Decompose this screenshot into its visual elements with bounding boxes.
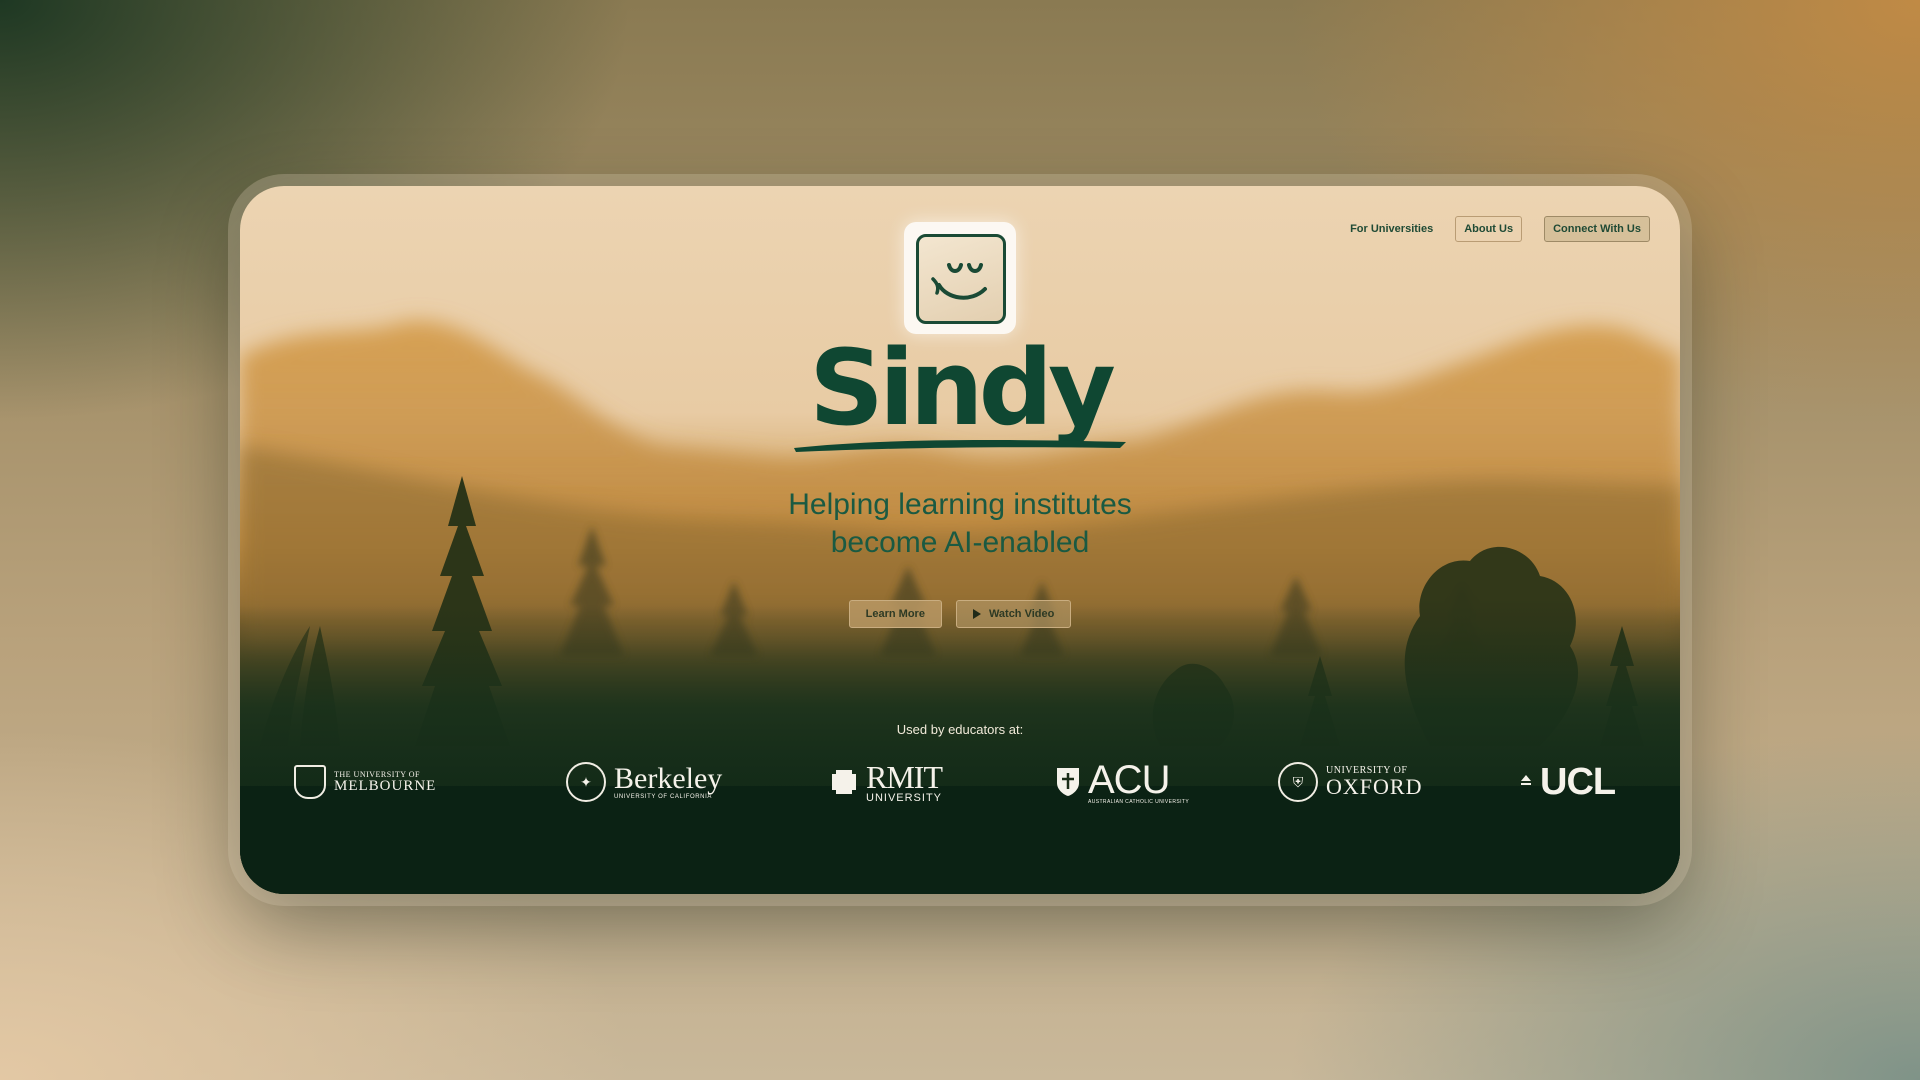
top-nav: For Universities About Us Connect With U… (1350, 216, 1650, 242)
hero-tagline: Helping learning institutes become AI-en… (660, 486, 1260, 562)
learn-more-button[interactable]: Learn More (848, 600, 942, 628)
app-logo (904, 222, 1016, 334)
watch-video-label: Watch Video (988, 608, 1055, 620)
oxford-logo: ⛨ UNIVERSITY OF OXFORD (1278, 752, 1422, 812)
hero-actions: Learn More Watch Video (240, 600, 1680, 628)
ucl-portico-icon (1521, 775, 1531, 785)
nav-about-us-button[interactable]: About Us (1455, 216, 1523, 242)
play-icon (972, 609, 981, 619)
learn-more-label: Learn More (865, 608, 925, 620)
rmit-logo: RMIT UNIVERSITY (830, 752, 943, 812)
partners-heading: Used by educators at: (896, 722, 1024, 737)
rmit-sub: UNIVERSITY (866, 791, 943, 804)
acu-shield-icon (1057, 768, 1079, 796)
ucl-name: UCL (1540, 760, 1616, 803)
acu-name: ACU (1088, 757, 1170, 802)
melbourne-logo: THE UNIVERSITY OF MELBOURNE (294, 752, 436, 812)
smiling-face-icon (931, 263, 987, 300)
website-preview-frame: For Universities About Us Connect With U… (240, 186, 1680, 894)
rmit-name: RMIT (866, 758, 943, 795)
berkeley-logo: ✦ Berkeley UNIVERSITY OF CALIFORNIA (566, 752, 722, 812)
brand-wordmark: Sindy (790, 336, 1130, 454)
nav-connect-button[interactable]: Connect With Us (1544, 216, 1650, 242)
melbourne-name: MELBOURNE (334, 777, 437, 794)
acu-sub: AUSTRALIAN CATHOLIC UNIVERSITY (1088, 798, 1190, 805)
berkeley-sub: UNIVERSITY OF CALIFORNIA (614, 794, 712, 800)
oxford-seal-icon: ⛨ (1278, 762, 1318, 802)
berkeley-name: Berkeley (614, 762, 723, 795)
berkeley-seal-icon: ✦ (566, 762, 606, 802)
oxford-name: OXFORD (1326, 774, 1423, 799)
brand-name: Sindy (809, 327, 1116, 449)
partner-logos: THE UNIVERSITY OF MELBOURNE ✦ Berkeley U… (240, 752, 1680, 812)
rmit-pixel-icon (832, 770, 856, 794)
melbourne-crest-icon (294, 765, 326, 799)
nav-for-universities[interactable]: For Universities (1350, 223, 1433, 235)
tagline-line-2: become AI-enabled (830, 526, 1090, 559)
acu-logo: ACU AUSTRALIAN CATHOLIC UNIVERSITY (1056, 752, 1189, 812)
watch-video-button[interactable]: Watch Video (955, 600, 1072, 628)
tagline-line-1: Helping learning institutes (788, 488, 1132, 521)
ucl-logo: UCL (1520, 752, 1616, 812)
